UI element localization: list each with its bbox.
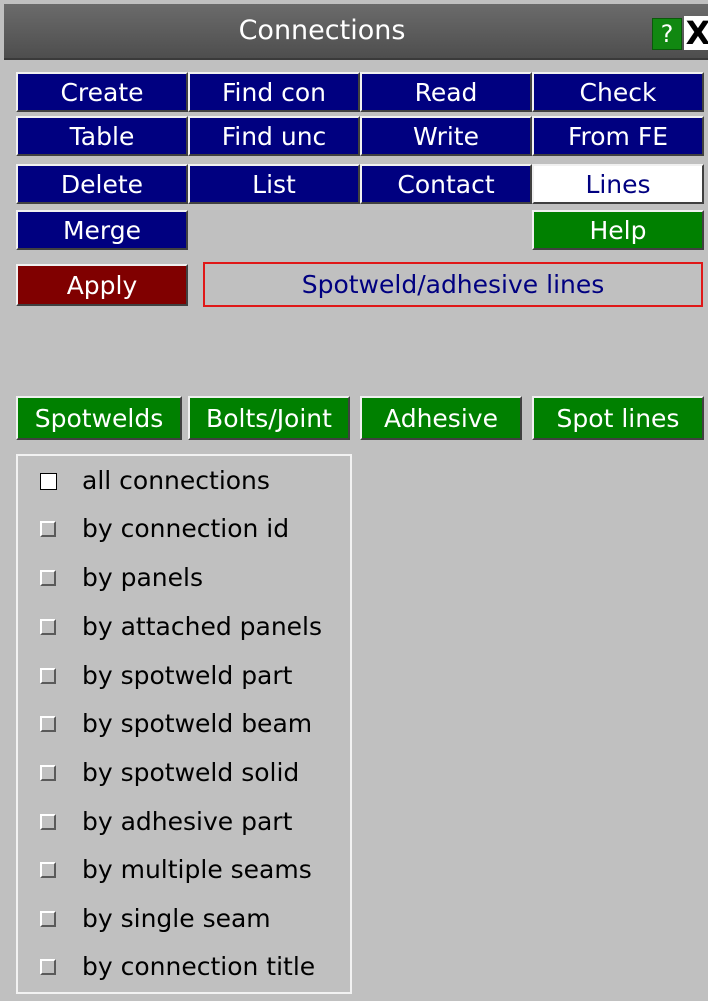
title-bar: Connections ? X: [4, 4, 708, 60]
checkbox[interactable]: [40, 814, 56, 830]
list-item-label: all connections: [82, 466, 270, 495]
lines-button[interactable]: Lines: [532, 164, 704, 204]
merge-button[interactable]: Merge: [16, 210, 188, 250]
tab-spot-lines[interactable]: Spot lines: [532, 396, 704, 440]
list-button[interactable]: List: [188, 164, 360, 204]
checkbox[interactable]: [40, 911, 56, 927]
read-button[interactable]: Read: [360, 72, 532, 112]
list-item-label: by spotweld solid: [82, 758, 300, 787]
help-icon[interactable]: ?: [652, 18, 682, 50]
list-item[interactable]: by connection id: [18, 504, 350, 554]
list-item[interactable]: by spotweld solid: [18, 748, 350, 798]
delete-button[interactable]: Delete: [16, 164, 188, 204]
mode-label: Spotweld/adhesive lines: [203, 262, 703, 307]
checkbox[interactable]: [40, 570, 56, 586]
selection-list: all connections by connection id by pane…: [16, 454, 352, 994]
list-item-label: by adhesive part: [82, 807, 293, 836]
checkbox[interactable]: [40, 619, 56, 635]
list-item[interactable]: by panels: [18, 553, 350, 603]
checkbox[interactable]: [40, 765, 56, 781]
list-item-label: by multiple seams: [82, 855, 312, 884]
list-item[interactable]: by single seam: [18, 894, 350, 944]
list-item-label: by connection id: [82, 514, 290, 543]
list-item-label: by connection title: [82, 952, 316, 981]
find-con-button[interactable]: Find con: [188, 72, 360, 112]
list-item[interactable]: by adhesive part: [18, 797, 350, 847]
checkbox[interactable]: [40, 521, 56, 537]
list-item[interactable]: by spotweld beam: [18, 699, 350, 749]
find-unc-button[interactable]: Find unc: [188, 116, 360, 156]
contact-button[interactable]: Contact: [360, 164, 532, 204]
list-item-label: by single seam: [82, 904, 271, 933]
table-button[interactable]: Table: [16, 116, 188, 156]
list-item[interactable]: by connection title: [18, 942, 350, 992]
tab-bolts-joint[interactable]: Bolts/Joint: [188, 396, 350, 440]
window-title: Connections: [238, 15, 406, 46]
create-button[interactable]: Create: [16, 72, 188, 112]
list-item[interactable]: all connections: [18, 456, 350, 506]
tab-spotwelds[interactable]: Spotwelds: [16, 396, 182, 440]
from-fe-button[interactable]: From FE: [532, 116, 704, 156]
list-item-label: by panels: [82, 563, 203, 592]
list-item[interactable]: by multiple seams: [18, 845, 350, 895]
list-item[interactable]: by spotweld part: [18, 651, 350, 701]
close-icon[interactable]: X: [684, 16, 708, 50]
checkbox[interactable]: [40, 716, 56, 732]
list-item[interactable]: by attached panels: [18, 602, 350, 652]
checkbox[interactable]: [40, 668, 56, 684]
help-button[interactable]: Help: [532, 210, 704, 250]
checkbox[interactable]: [40, 862, 56, 878]
list-item-label: by spotweld part: [82, 661, 293, 690]
apply-button[interactable]: Apply: [16, 264, 188, 306]
checkbox[interactable]: [40, 473, 57, 490]
list-item-label: by spotweld beam: [82, 709, 313, 738]
write-button[interactable]: Write: [360, 116, 532, 156]
check-button[interactable]: Check: [532, 72, 704, 112]
list-item-label: by attached panels: [82, 612, 323, 641]
tab-adhesive[interactable]: Adhesive: [360, 396, 522, 440]
checkbox[interactable]: [40, 959, 56, 975]
